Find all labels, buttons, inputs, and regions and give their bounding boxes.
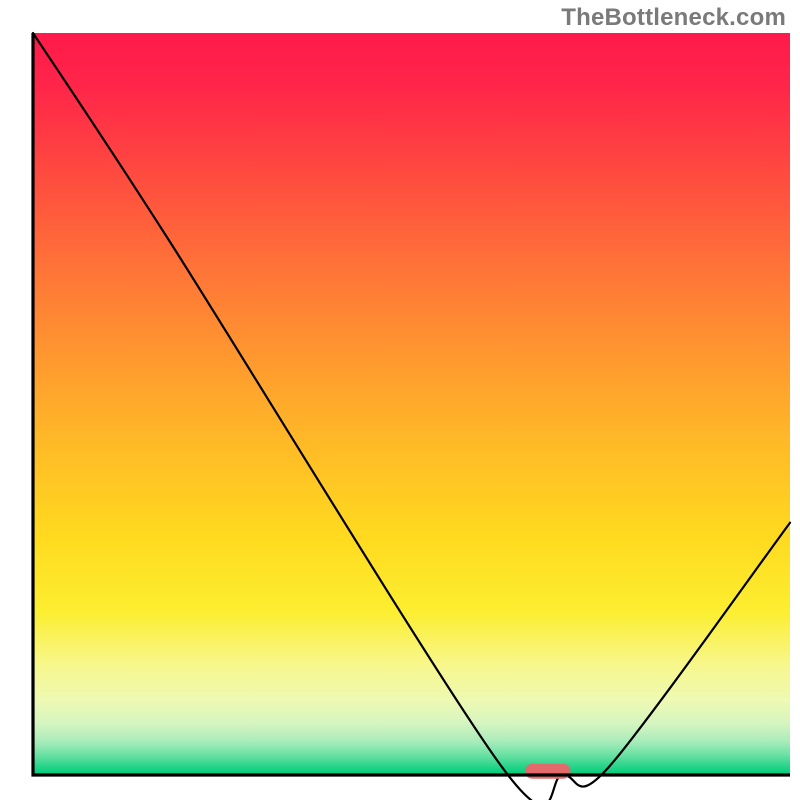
bottleneck-chart <box>0 0 800 800</box>
watermark-text: TheBottleneck.com <box>561 4 786 32</box>
chart-frame: TheBottleneck.com <box>0 0 800 800</box>
gradient-background <box>33 33 790 775</box>
